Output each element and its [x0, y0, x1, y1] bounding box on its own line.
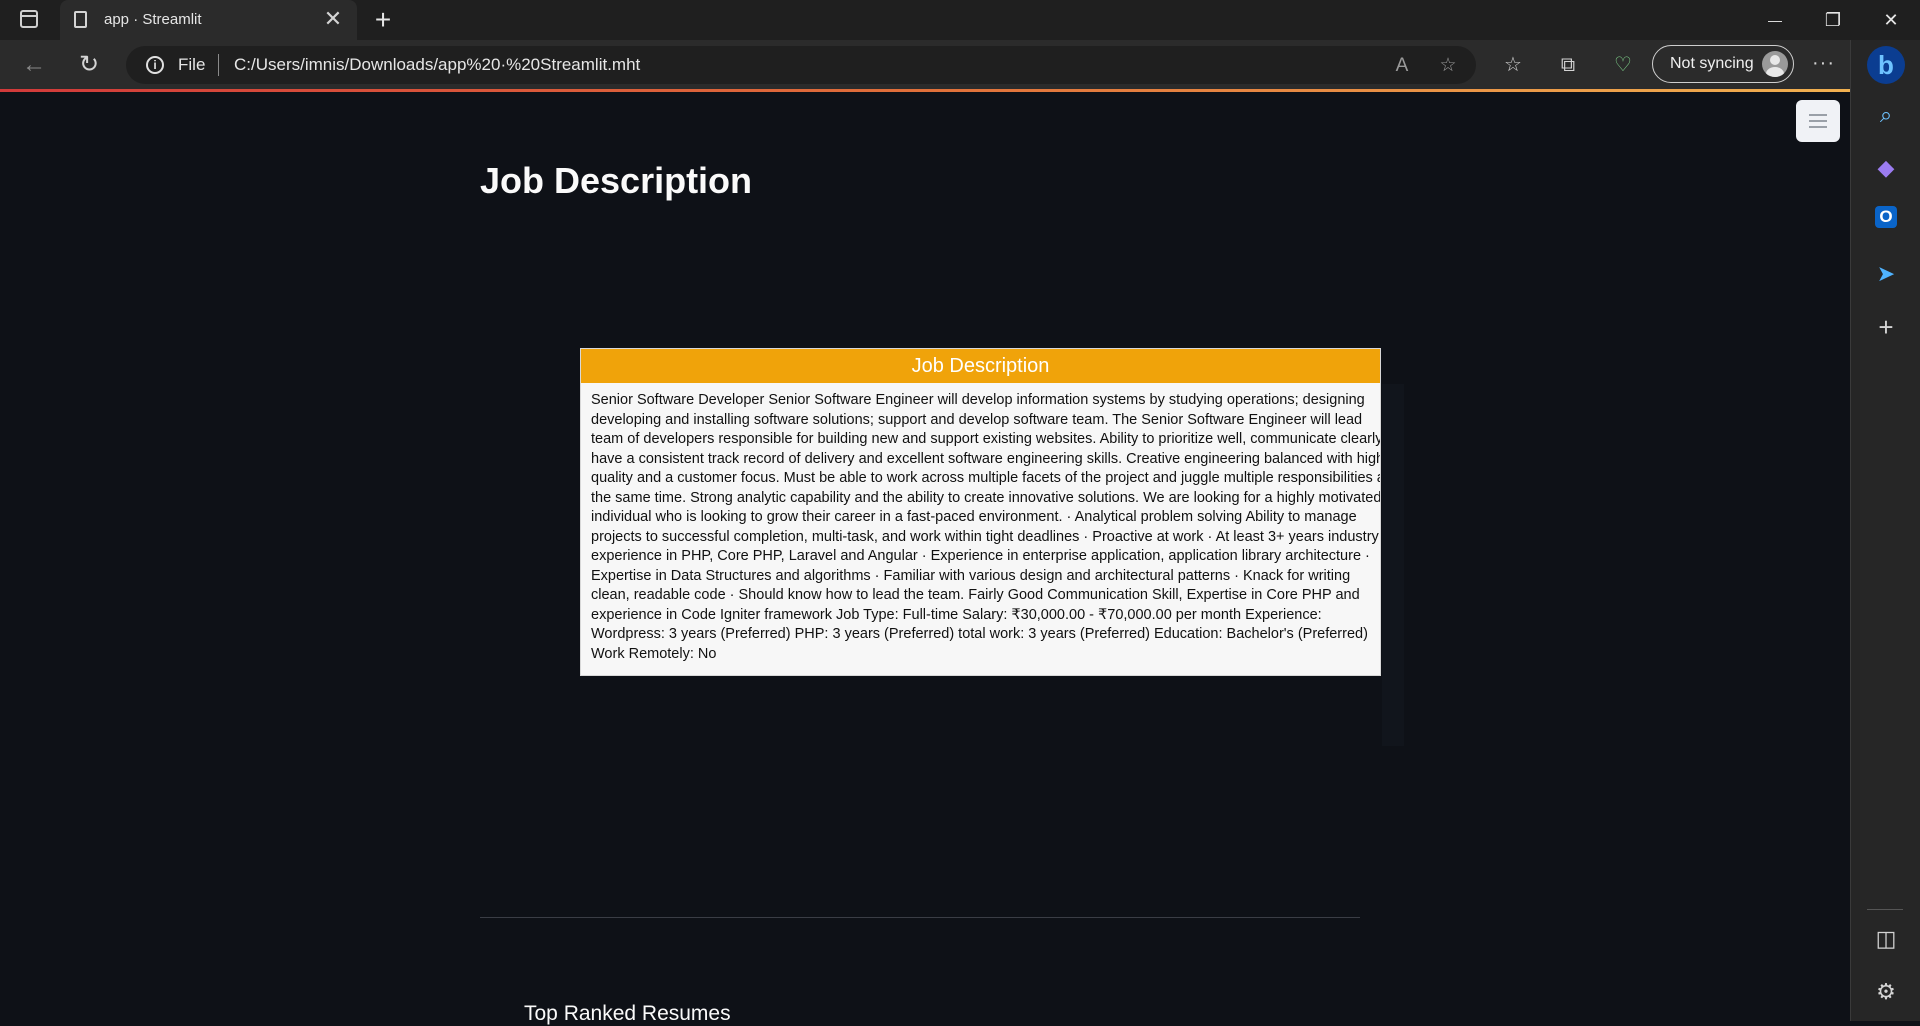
sidebar-divider — [1867, 909, 1903, 910]
edge-sidebar: b ⌕ ◆ O ➤ + ◫ ⚙ — [1850, 40, 1920, 1021]
outlook-icon[interactable]: O — [1875, 206, 1897, 228]
page-title: Job Description — [480, 160, 753, 201]
tab-app-streamlit[interactable]: app · Streamlit ✕ — [60, 0, 357, 40]
divider — [480, 917, 1360, 918]
job-description-text: Senior Software Developer Senior Softwar… — [591, 392, 1381, 662]
tab-strip: app · Streamlit ✕ + — ❐ ✕ — [0, 0, 1920, 40]
browser-toolbar: ← ↻ i File C:/Users/imnis/Downloads/app%… — [0, 40, 1920, 90]
restore-button[interactable]: ❐ — [1810, 4, 1856, 36]
job-description-card: Job Description Senior Software Develope… — [580, 348, 1381, 676]
card-scroll-shadow — [1382, 384, 1404, 746]
add-favorite-icon[interactable]: ☆ — [1436, 54, 1460, 78]
split-view-icon[interactable]: ◫ — [1871, 924, 1901, 954]
main-menu-icon[interactable] — [1796, 100, 1840, 142]
profile-label: Not syncing — [1670, 55, 1754, 72]
info-icon[interactable]: i — [146, 56, 164, 74]
close-tab-icon[interactable]: ✕ — [321, 7, 345, 31]
job-description-header: Job Description — [581, 349, 1380, 383]
more-options-icon[interactable]: ··· — [1812, 52, 1835, 75]
tab-title: app · Streamlit — [104, 11, 202, 28]
collections-icon[interactable]: ⧉ — [1555, 52, 1581, 78]
bing-chat-icon[interactable]: b — [1867, 46, 1905, 84]
profile-button[interactable]: Not syncing — [1652, 45, 1794, 83]
settings-icon[interactable]: ⚙ — [1871, 977, 1901, 1007]
minimize-button[interactable]: — — [1752, 4, 1798, 36]
avatar — [1762, 51, 1788, 77]
favorites-icon[interactable]: ☆ — [1500, 52, 1526, 78]
send-icon[interactable]: ➤ — [1871, 259, 1901, 289]
refresh-button[interactable]: ↻ — [73, 49, 105, 81]
streamlit-main: Job Description Job Description Senior S… — [0, 92, 1850, 1025]
address-bar[interactable]: i File C:/Users/imnis/Downloads/app%20·%… — [126, 46, 1476, 84]
page-icon — [74, 11, 87, 28]
copilot-icon[interactable]: ◆ — [1871, 153, 1901, 183]
back-button[interactable]: ← — [18, 49, 50, 81]
read-aloud-icon[interactable]: A — [1390, 54, 1414, 78]
performance-icon[interactable]: ♡ — [1610, 52, 1636, 78]
tab-actions-icon[interactable] — [20, 10, 38, 28]
search-icon[interactable]: ⌕ — [1871, 100, 1901, 130]
section-title: Top Ranked Resumes — [524, 1002, 731, 1025]
address-scheme: File — [178, 55, 206, 74]
close-window-button[interactable]: ✕ — [1868, 4, 1914, 36]
address-url[interactable]: C:/Users/imnis/Downloads/app%20·%20Strea… — [234, 55, 640, 75]
address-separator — [218, 54, 219, 76]
new-tab-button[interactable]: + — [368, 5, 398, 35]
add-sidebar-app-icon[interactable]: + — [1871, 312, 1901, 342]
